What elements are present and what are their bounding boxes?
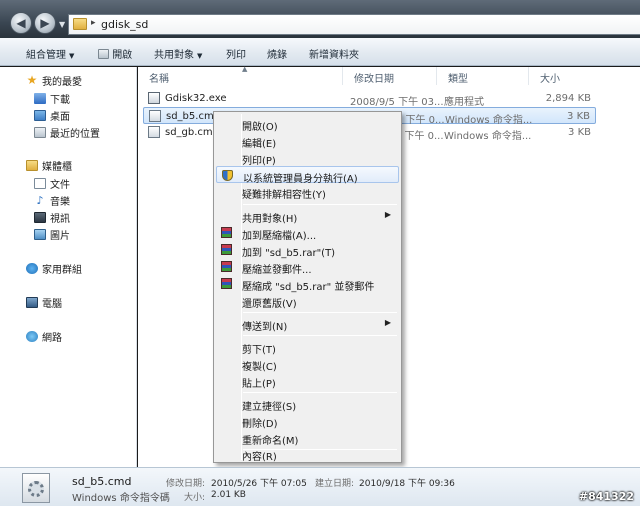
- column-header-date[interactable]: 修改日期: [343, 67, 437, 85]
- details-pane: sd_b5.cmd Windows 命令指令碼 修改日期: 2010/5/26 …: [0, 467, 640, 506]
- sidebar-item-pictures[interactable]: 圖片: [34, 226, 70, 242]
- winrar-icon: [221, 227, 232, 238]
- open-icon: [98, 49, 109, 59]
- downloads-icon: [34, 92, 46, 104]
- recent-pages-dropdown[interactable]: ▼: [59, 20, 65, 29]
- column-header-type[interactable]: 類型: [437, 67, 529, 85]
- share-button[interactable]: 共用對象 ▼: [154, 46, 202, 61]
- sidebar-item-favorites[interactable]: ★ 我的最愛: [26, 72, 82, 88]
- details-modified-value: 2010/5/26 下午 07:05: [211, 479, 307, 489]
- computer-icon: [26, 296, 38, 308]
- sidebar-item-computer[interactable]: 電腦: [26, 294, 62, 310]
- libraries-icon: [26, 159, 38, 171]
- menu-item-edit[interactable]: 編輯(E): [216, 132, 399, 150]
- music-icon: ♪: [36, 193, 44, 207]
- menu-item-troubleshoot-compat[interactable]: 疑難排解相容性(Y): [216, 183, 399, 201]
- details-size-label: 大小:: [184, 493, 206, 503]
- folder-icon: [73, 18, 87, 30]
- chevron-down-icon: ▼: [197, 52, 203, 60]
- title-bar: ◀ ▶ ▼ ▸ gdisk_sd: [0, 0, 640, 38]
- cmd-icon: [149, 110, 161, 122]
- menu-separator: [243, 312, 397, 313]
- menu-separator: [243, 204, 397, 205]
- winrar-icon: [221, 244, 232, 255]
- cmd-icon: [148, 126, 160, 138]
- menu-item-rename[interactable]: 重新命名(M): [216, 429, 399, 447]
- sidebar-item-documents[interactable]: 文件: [34, 175, 70, 191]
- sidebar-item-libraries[interactable]: 媒體櫃: [26, 157, 72, 173]
- menu-separator: [243, 392, 397, 393]
- open-button[interactable]: 開啟: [98, 46, 132, 61]
- star-icon: ★: [26, 73, 38, 87]
- menu-item-restore-previous-versions[interactable]: 還原舊版(V): [216, 292, 399, 310]
- menu-item-delete[interactable]: 刪除(D): [216, 412, 399, 430]
- file-row-gdisk32[interactable]: Gdisk32.exe 2008/9/5 下午 03... 應用程式 2,894…: [143, 90, 596, 108]
- recent-places-icon: [34, 126, 46, 138]
- column-header-name[interactable]: 名稱 ▲: [138, 65, 343, 85]
- menu-item-share-with[interactable]: 共用對象(H) ▶: [216, 207, 399, 225]
- breadcrumb-folder[interactable]: gdisk_sd: [101, 18, 148, 31]
- watermark-id: #841322: [578, 490, 634, 503]
- shield-icon: [222, 170, 233, 181]
- desktop-icon: [34, 109, 46, 121]
- menu-item-send-to[interactable]: 傳送到(N) ▶: [216, 315, 399, 333]
- file-preview-icon: [22, 473, 50, 503]
- print-button[interactable]: 列印: [226, 46, 246, 61]
- menu-item-open[interactable]: 開啟(O): [216, 115, 399, 133]
- menu-item-create-shortcut[interactable]: 建立捷徑(S): [216, 395, 399, 413]
- new-folder-button[interactable]: 新增資料夾: [309, 46, 359, 61]
- submenu-arrow-icon: ▶: [384, 318, 391, 327]
- details-file-type: Windows 命令指令碼: [72, 493, 170, 504]
- documents-icon: [34, 177, 46, 189]
- sidebar-item-homegroup[interactable]: 家用群組: [26, 260, 82, 276]
- network-icon: [26, 330, 38, 342]
- menu-item-compress-and-email[interactable]: 壓縮並發郵件...: [216, 258, 399, 276]
- sidebar-item-downloads[interactable]: 下載: [34, 90, 70, 106]
- details-modified-label: 修改日期:: [166, 479, 206, 489]
- sidebar-item-music[interactable]: ♪ 音樂: [34, 192, 70, 208]
- details-file-name: sd_b5.cmd: [72, 475, 132, 488]
- command-bar: 組合管理 ▼ 開啟 共用對象 ▼ 列印 燒錄 新增資料夾: [0, 38, 640, 66]
- forward-arrow-icon: ▶: [40, 16, 50, 30]
- organize-button[interactable]: 組合管理 ▼: [26, 46, 74, 61]
- winrar-icon: [221, 278, 232, 289]
- details-size-value: 2.01 KB: [211, 490, 246, 500]
- back-button[interactable]: ◀: [10, 12, 32, 34]
- menu-separator: [243, 335, 397, 336]
- forward-button[interactable]: ▶: [34, 12, 56, 34]
- menu-item-copy[interactable]: 複製(C): [216, 355, 399, 373]
- pictures-icon: [34, 228, 46, 240]
- sidebar-item-recent-places[interactable]: 最近的位置: [34, 124, 100, 140]
- winrar-icon: [221, 261, 232, 272]
- menu-item-properties[interactable]: 內容(R): [216, 445, 399, 463]
- submenu-arrow-icon: ▶: [384, 210, 391, 219]
- burn-button[interactable]: 燒錄: [267, 46, 287, 61]
- back-arrow-icon: ◀: [16, 16, 26, 30]
- context-menu: 開啟(O) 編輯(E) 列印(P) 以系統管理員身分執行(A) 疑難排解相容性(…: [213, 111, 402, 463]
- details-created-value: 2010/9/18 下午 09:36: [359, 479, 455, 489]
- sidebar-item-desktop[interactable]: 桌面: [34, 107, 70, 123]
- menu-item-cut[interactable]: 剪下(T): [216, 338, 399, 356]
- details-created-label: 建立日期:: [315, 479, 355, 489]
- menu-item-add-to-sd-b5-rar[interactable]: 加到 "sd_b5.rar"(T): [216, 241, 399, 259]
- menu-item-print[interactable]: 列印(P): [216, 149, 399, 167]
- exe-icon: [148, 92, 160, 104]
- menu-item-paste[interactable]: 貼上(P): [216, 372, 399, 390]
- menu-item-compress-to-rar-and-email[interactable]: 壓縮成 "sd_b5.rar" 並發郵件: [216, 275, 399, 293]
- homegroup-icon: [26, 262, 38, 274]
- sidebar-item-network[interactable]: 網路: [26, 328, 62, 344]
- navigation-pane: ★ 我的最愛 下載 桌面 最近的位置 媒體櫃 文件 ♪ 音樂 視訊 圖片 家用群…: [0, 67, 137, 467]
- gear-icon: [28, 481, 44, 497]
- menu-item-add-to-archive[interactable]: 加到壓縮檔(A)...: [216, 224, 399, 242]
- chevron-down-icon: ▼: [69, 52, 75, 60]
- address-bar[interactable]: ▸ gdisk_sd: [68, 14, 640, 35]
- video-icon: [34, 211, 46, 223]
- sidebar-item-videos[interactable]: 視訊: [34, 209, 70, 225]
- breadcrumb-separator[interactable]: ▸: [91, 18, 96, 28]
- sort-up-icon: ▲: [242, 65, 248, 73]
- menu-item-run-as-admin[interactable]: 以系統管理員身分執行(A): [216, 166, 399, 185]
- column-header-size[interactable]: 大小: [529, 67, 599, 85]
